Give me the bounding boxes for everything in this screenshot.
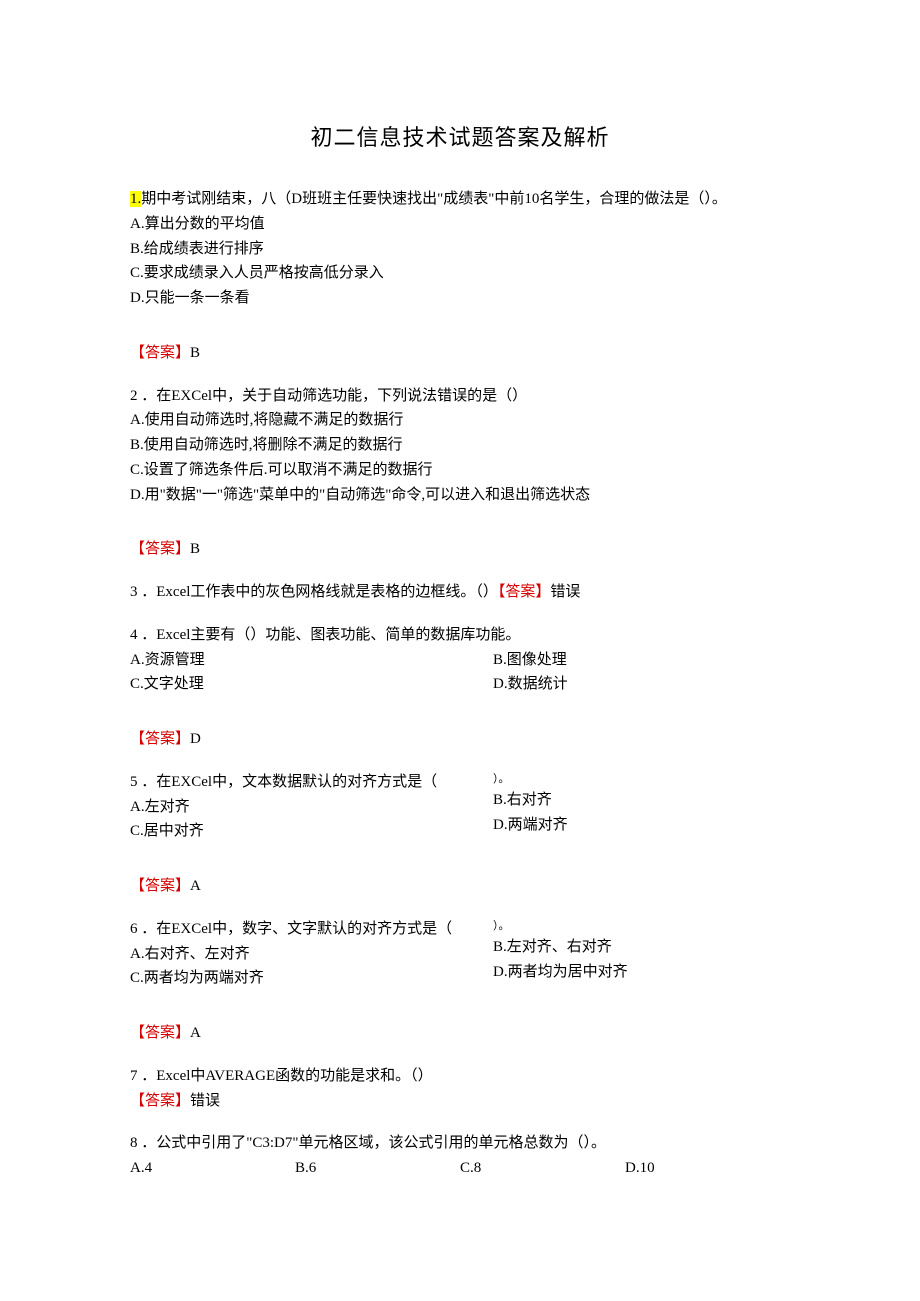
q3-stem: 3 ．Excel工作表中的灰色网格线就是表格的边框线。（） (130, 584, 498, 600)
q6-opt-c: C.两者均为两端对齐 (130, 966, 493, 991)
answer-label: 【答案】 (130, 345, 190, 361)
q3-answer-value: 错误 (550, 584, 580, 600)
q8-stem: 8 ．公式中引用了"C3:D7"单元格区域，该公式引用的单元格总数为（）。 (130, 1131, 790, 1156)
q8-options: A.4 B.6 C.8 D.10 (130, 1156, 790, 1181)
q7-stem: 7 ．Excel中AVERAGE函数的功能是求和。（） (130, 1064, 790, 1089)
q1-opt-d: D.只能一条一条看 (130, 286, 790, 311)
q5-opt-c: C.居中对齐 (130, 819, 493, 844)
q5-opt-a: A.左对齐 (130, 795, 493, 820)
page: 初二信息技术试题答案及解析 1.期中考试刚结束，八（D班班主任要快速找出"成绩表… (0, 0, 920, 1241)
q6-answer-value: A (190, 1025, 201, 1041)
q5-stem: 5 ．在EXCel中，文本数据默认的对齐方式是（ (130, 770, 493, 795)
q6-opt-b: B.左对齐、右对齐 (493, 935, 790, 960)
q8-opt-b: B.6 (295, 1156, 460, 1181)
q2-opt-d: D.用"数据"一"筛选"菜单中的"自动筛选"命令,可以进入和退出筛选状态 (130, 483, 790, 508)
q2-opt-c: C.设置了筛选条件后.可以取消不满足的数据行 (130, 458, 790, 483)
q6-answer: 【答案】A (130, 1021, 790, 1046)
q1-opt-b: B.给成绩表进行排序 (130, 237, 790, 262)
answer-label: 【答案】 (130, 731, 190, 747)
q1-stem-text: 期中考试刚结束，八（D班班主任要快速找出"成绩表"中前10名学生，合理的做法是（… (141, 191, 727, 207)
q5-opt-b: B.右对齐 (493, 788, 790, 813)
answer-label: 【答案】 (130, 1025, 190, 1041)
q4-opt-d: D.数据统计 (493, 672, 790, 697)
q5-block: 5 ．在EXCel中，文本数据默认的对齐方式是（ A.左对齐 C.居中对齐 ）。… (130, 770, 790, 844)
q4-answer: 【答案】D (130, 727, 790, 752)
q1-opt-a: A.算出分数的平均值 (130, 212, 790, 237)
answer-label: 【答案】 (130, 541, 190, 557)
q3-line: 3 ．Excel工作表中的灰色网格线就是表格的边框线。（）【答案】错误 (130, 580, 790, 605)
q4-opt-b: B.图像处理 (493, 648, 790, 673)
q1-opt-c: C.要求成绩录入人员严格按高低分录入 (130, 261, 790, 286)
q2-answer: 【答案】B (130, 537, 790, 562)
q7-answer-value: 错误 (190, 1093, 220, 1109)
q1-stem: 1.期中考试刚结束，八（D班班主任要快速找出"成绩表"中前10名学生，合理的做法… (130, 187, 790, 212)
answer-label: 【答案】 (498, 584, 551, 600)
q8-opt-d: D.10 (625, 1156, 790, 1181)
q2-opt-b: B.使用自动筛选时,将删除不满足的数据行 (130, 433, 790, 458)
q1-answer-value: B (190, 345, 200, 361)
q7-answer: 【答案】错误 (130, 1089, 790, 1114)
q6-opt-d: D.两者均为居中对齐 (493, 960, 790, 985)
q8-opt-a: A.4 (130, 1156, 295, 1181)
q4-options-row2: C.文字处理 D.数据统计 (130, 672, 790, 697)
doc-title: 初二信息技术试题答案及解析 (130, 120, 790, 152)
q4-opt-c: C.文字处理 (130, 672, 493, 697)
q5-opt-d: D.两端对齐 (493, 813, 790, 838)
q5-stem-tail: ）。 (493, 770, 790, 788)
q4-stem: 4 ．Excel主要有（）功能、图表功能、简单的数据库功能。 (130, 623, 790, 648)
q6-stem: 6 ．在EXCel中，数字、文字默认的对齐方式是（ (130, 917, 493, 942)
q8-opt-c: C.8 (460, 1156, 625, 1181)
q1-answer: 【答案】B (130, 341, 790, 366)
answer-label: 【答案】 (130, 878, 190, 894)
q4-answer-value: D (190, 731, 201, 747)
q2-stem: 2 ．在EXCel中，关于自动筛选功能，下列说法错误的是（） (130, 384, 790, 409)
q5-answer: 【答案】A (130, 874, 790, 899)
q4-options-row1: A.资源管理 B.图像处理 (130, 648, 790, 673)
q1-number-highlight: 1. (130, 191, 141, 207)
answer-label: 【答案】 (130, 1093, 190, 1109)
q5-answer-value: A (190, 878, 201, 894)
q2-answer-value: B (190, 541, 200, 557)
q6-opt-a: A.右对齐、左对齐 (130, 942, 493, 967)
q6-block: 6 ．在EXCel中，数字、文字默认的对齐方式是（ A.右对齐、左对齐 C.两者… (130, 917, 790, 991)
q2-opt-a: A.使用自动筛选时,将隐藏不满足的数据行 (130, 408, 790, 433)
q6-stem-tail: ）。 (493, 917, 790, 935)
q4-opt-a: A.资源管理 (130, 648, 493, 673)
